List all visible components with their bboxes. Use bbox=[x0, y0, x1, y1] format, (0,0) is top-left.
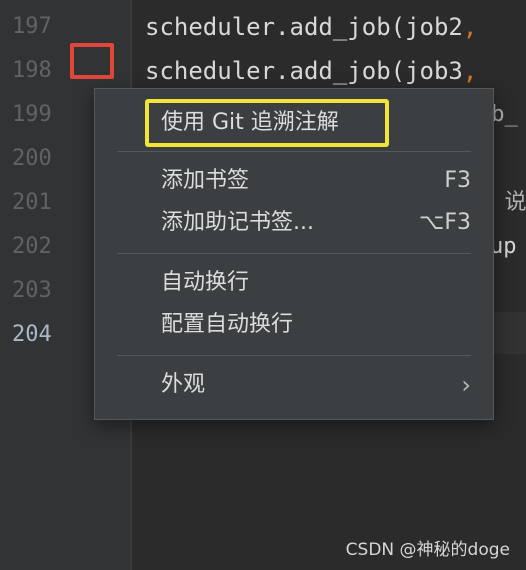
menu-item-soft-wrap[interactable]: 自动换行 bbox=[161, 265, 471, 301]
menu-item-add-bookmark[interactable]: 添加书签 F3 bbox=[161, 163, 471, 199]
menu-item-appearance[interactable]: 外观 › bbox=[161, 367, 471, 403]
menu-item-configure-soft-wrap[interactable]: 配置自动换行 bbox=[161, 307, 471, 343]
menu-separator bbox=[117, 151, 471, 152]
line-number: 197 bbox=[12, 14, 52, 39]
line-number: 203 bbox=[12, 278, 52, 303]
code-text: scheduler.add_job(job3 bbox=[145, 57, 463, 85]
line-number: 202 bbox=[12, 234, 52, 259]
line-number: 199 bbox=[12, 102, 52, 127]
line-number: 198 bbox=[12, 58, 52, 83]
menu-item-label: 自动换行 bbox=[161, 270, 250, 295]
line-number: 201 bbox=[12, 190, 52, 215]
menu-item-label: 添加书签 bbox=[161, 168, 250, 193]
menu-item-add-mnemonic-bookmark[interactable]: 添加助记书签... ⌥F3 bbox=[161, 205, 471, 241]
shortcut-label: ⌥F3 bbox=[418, 210, 471, 235]
code-text: scheduler.add_job(job2 bbox=[145, 13, 463, 41]
menu-separator bbox=[117, 253, 471, 254]
code-comma: , bbox=[462, 57, 478, 85]
menu-item-label: 配置自动换行 bbox=[161, 312, 294, 337]
chevron-right-icon: › bbox=[461, 371, 471, 399]
editor-context-menu: 使用 Git 追溯注解 添加书签 F3 添加助记书签... ⌥F3 自动换行 配… bbox=[94, 88, 494, 420]
line-number-current: 204 bbox=[12, 322, 52, 347]
menu-item-label: 添加助记书签... bbox=[161, 210, 314, 235]
code-line-197[interactable]: scheduler.add_job(job2, bbox=[145, 12, 477, 42]
watermark: CSDN @神秘的doge bbox=[345, 540, 510, 560]
shortcut-label: F3 bbox=[444, 168, 471, 193]
menu-item-git-annotate[interactable]: 使用 Git 追溯注解 bbox=[161, 105, 471, 141]
menu-separator bbox=[117, 355, 471, 356]
menu-item-label: 外观 bbox=[161, 372, 206, 397]
menu-item-label: 使用 Git 追溯注解 bbox=[161, 110, 339, 135]
breakpoint-highlight-box[interactable] bbox=[70, 43, 114, 79]
line-number: 200 bbox=[12, 146, 52, 171]
code-comma: , bbox=[462, 13, 478, 41]
code-line-198[interactable]: scheduler.add_job(job3, bbox=[145, 56, 477, 86]
